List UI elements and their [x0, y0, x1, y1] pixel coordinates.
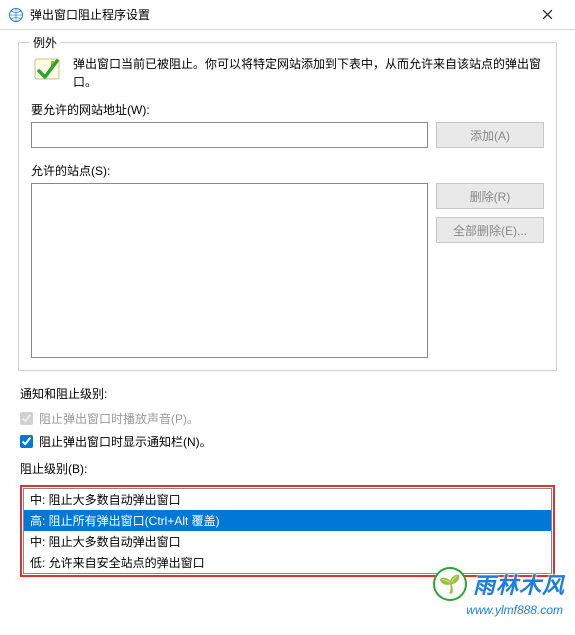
remove-button[interactable]: 删除(R)	[436, 183, 544, 209]
dropdown-option[interactable]: 中: 阻止大多数自动弹出窗口	[24, 489, 551, 510]
dropdown-option[interactable]: 中: 阻止大多数自动弹出窗口	[24, 531, 551, 552]
sound-checkbox-label: 阻止弹出窗口时播放声音(P)。	[39, 410, 199, 427]
sites-row: 删除(R) 全部删除(E)...	[31, 183, 544, 358]
add-button[interactable]: 添加(A)	[436, 122, 544, 148]
allowed-sites-listbox[interactable]	[31, 183, 428, 358]
sites-label: 允许的站点(S):	[31, 162, 544, 179]
exceptions-groupbox: 例外 弹出窗口当前已被阻止。你可以将特定网站添加到下表中，从而允许来自该站点的弹…	[18, 42, 557, 371]
content-area: 例外 弹出窗口当前已被阻止。你可以将特定网站添加到下表中，从而允许来自该站点的弹…	[0, 30, 575, 577]
remove-all-button[interactable]: 全部删除(E)...	[436, 217, 544, 243]
allow-checkmark-icon	[31, 53, 63, 85]
address-label: 要允许的网站地址(W):	[31, 101, 544, 118]
close-button[interactable]	[527, 1, 567, 29]
notifybar-checkbox-row[interactable]: 阻止弹出窗口时显示通知栏(N)。	[20, 433, 555, 450]
address-input-row: 添加(A)	[31, 122, 544, 148]
groupbox-label: 例外	[29, 34, 61, 51]
notifybar-checkbox-label: 阻止弹出窗口时显示通知栏(N)。	[39, 433, 212, 450]
watermark-brand: 雨林木风	[473, 568, 565, 600]
notifybar-checkbox[interactable]	[20, 435, 33, 448]
level-label: 阻止级别(B):	[20, 460, 555, 477]
block-level-dropdown-highlight: 中: 阻止大多数自动弹出窗口高: 阻止所有弹出窗口(Ctrl+Alt 覆盖)中:…	[20, 485, 555, 577]
dropdown-option[interactable]: 高: 阻止所有弹出窗口(Ctrl+Alt 覆盖)	[24, 510, 551, 531]
sound-checkbox-row[interactable]: 阻止弹出窗口时播放声音(P)。	[20, 410, 555, 427]
sites-button-stack: 删除(R) 全部删除(E)...	[436, 183, 544, 243]
address-input[interactable]	[31, 122, 428, 148]
info-text: 弹出窗口当前已被阻止。你可以将特定网站添加到下表中，从而允许来自该站点的弹出窗口…	[73, 53, 544, 91]
watermark-url: www.ylmf888.com	[466, 603, 563, 617]
globe-settings-icon	[8, 7, 24, 23]
leaf-icon: 🌱	[433, 567, 467, 601]
notify-section-title: 通知和阻止级别:	[20, 385, 555, 402]
watermark: 🌱 雨林木风	[433, 567, 565, 601]
titlebar: 弹出窗口阻止程序设置	[0, 0, 575, 30]
sound-checkbox[interactable]	[20, 412, 33, 425]
window-title: 弹出窗口阻止程序设置	[30, 6, 527, 23]
info-row: 弹出窗口当前已被阻止。你可以将特定网站添加到下表中，从而允许来自该站点的弹出窗口…	[31, 53, 544, 91]
block-level-dropdown[interactable]: 中: 阻止大多数自动弹出窗口高: 阻止所有弹出窗口(Ctrl+Alt 覆盖)中:…	[23, 488, 552, 574]
